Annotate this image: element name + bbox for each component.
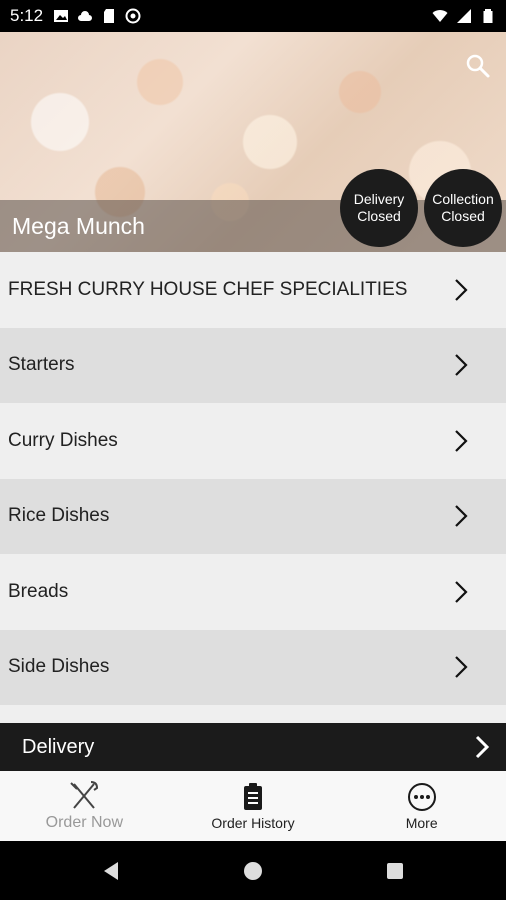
restaurant-hero: Mega Munch Delivery Closed Collection Cl… [0,32,506,252]
cloud-icon [78,11,93,21]
delivery-badge-line2: Closed [357,208,401,224]
menu-category-chef-specialities[interactable]: FRESH CURRY HOUSE CHEF SPECIALITIES [0,252,506,328]
menu-category-rice-dishes[interactable]: Rice Dishes [0,478,506,554]
chevron-right-icon [455,429,468,452]
menu-category-label: Curry Dishes [8,429,118,451]
menu-category-breads[interactable]: Breads [0,554,506,630]
nav-order-history-label: Order History [211,815,295,831]
delivery-mode-bar[interactable]: Delivery [0,723,506,771]
collection-status-badge: Collection Closed [424,169,502,247]
battery-icon [483,9,493,23]
menu-category-label: Starters [8,354,75,376]
collection-badge-line2: Closed [441,208,485,224]
menu-category-starters[interactable]: Starters [0,327,506,403]
sd-card-icon [104,9,115,23]
image-icon [54,10,69,22]
menu-list-continuation[interactable] [0,705,506,725]
delivery-status-badge: Delivery Closed [340,169,418,247]
chevron-right-icon [455,354,468,377]
bottom-navigation: Order Now Order History More [0,771,506,841]
wifi-icon [432,10,448,22]
home-icon[interactable] [242,860,264,882]
more-dots-icon [407,783,436,811]
restaurant-name: Mega Munch [12,213,145,239]
menu-category-list: FRESH CURRY HOUSE CHEF SPECIALITIES Star… [0,252,506,725]
chevron-right-icon [455,278,468,301]
status-time: 5:12 [10,6,44,25]
chevron-right-icon [455,580,468,603]
nav-order-now[interactable]: Order Now [0,771,169,841]
menu-category-label: Breads [8,580,69,602]
menu-category-label: Rice Dishes [8,505,110,527]
system-navigation-bar [0,841,506,900]
fork-knife-icon [70,781,99,809]
status-bar: 5:12 [0,0,506,32]
menu-category-curry-dishes[interactable]: Curry Dishes [0,403,506,479]
nav-order-now-label: Order Now [45,814,124,831]
delivery-badge-line1: Delivery [353,191,405,207]
clipboard-list-icon [244,783,262,810]
menu-category-label: FRESH CURRY HOUSE CHEF SPECIALITIES [8,278,408,300]
chevron-right-icon [475,735,490,759]
back-icon[interactable] [100,860,122,882]
nav-order-history[interactable]: Order History [169,771,338,841]
search-icon[interactable] [464,52,492,80]
chevron-right-icon [455,656,468,679]
recents-icon[interactable] [384,860,406,882]
vpn-icon [125,8,141,24]
signal-icon [457,9,471,23]
chevron-right-icon [455,505,468,528]
delivery-mode-label: Delivery [22,735,95,758]
menu-category-label: Side Dishes [8,656,110,678]
nav-more[interactable]: More [337,771,506,841]
collection-badge-line1: Collection [432,191,494,207]
nav-more-label: More [405,815,438,831]
menu-category-side-dishes[interactable]: Side Dishes [0,629,506,705]
